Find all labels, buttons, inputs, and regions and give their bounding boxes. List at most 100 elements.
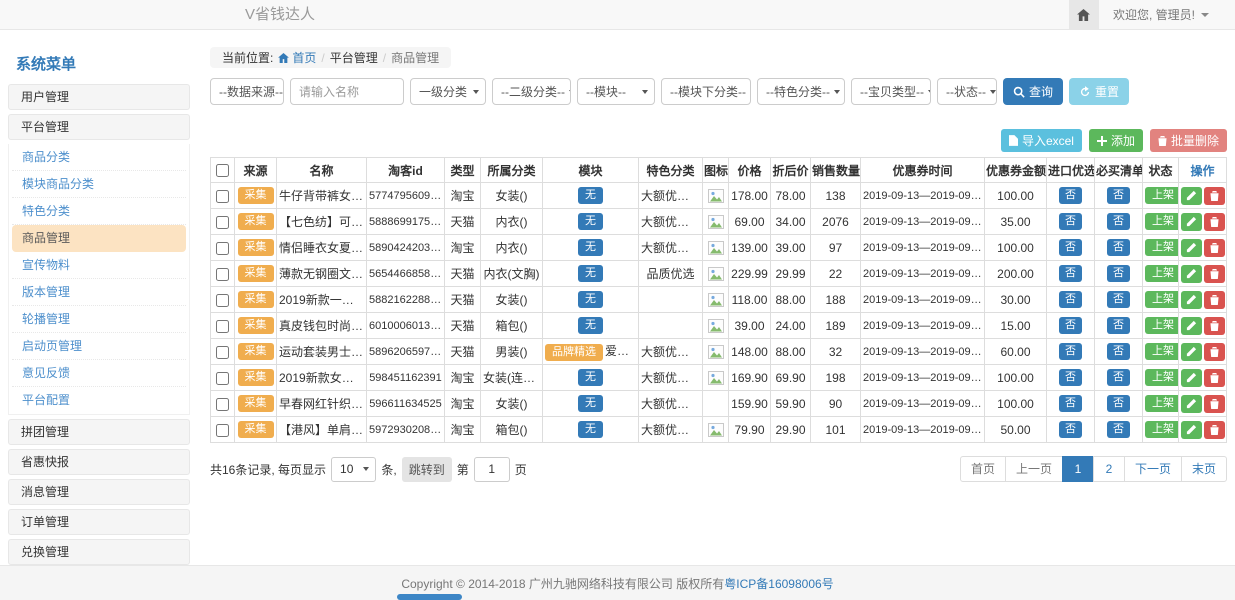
user-menu[interactable]: 欢迎您, 管理员! [1099,0,1235,29]
status-button[interactable]: 上架 [1145,369,1179,386]
sidebar-group[interactable]: 兑换管理 [8,539,190,565]
import-select-toggle[interactable]: 否 [1059,317,1082,334]
add-button[interactable]: 添加 [1089,129,1143,152]
status-button[interactable]: 上架 [1145,187,1179,204]
import-select-toggle[interactable]: 否 [1059,343,1082,360]
reset-button[interactable]: 重置 [1069,78,1129,105]
import-select-toggle[interactable]: 否 [1059,187,1082,204]
sidebar-subitem[interactable]: 启动页管理 [12,333,186,360]
status-button[interactable]: 上架 [1145,395,1179,412]
import-select-toggle[interactable]: 否 [1059,291,1082,308]
edit-button[interactable] [1181,239,1202,257]
pager-button[interactable]: 末页 [1181,456,1227,482]
row-checkbox[interactable] [216,190,229,203]
must-buy-toggle[interactable]: 否 [1107,343,1130,360]
status-button[interactable]: 上架 [1145,265,1179,282]
must-buy-toggle[interactable]: 否 [1107,317,1130,334]
row-checkbox[interactable] [216,242,229,255]
must-buy-toggle[interactable]: 否 [1107,291,1130,308]
breadcrumb-home-link[interactable]: 首页 [278,49,316,66]
delete-button[interactable] [1204,187,1225,205]
status-button[interactable]: 上架 [1145,317,1179,334]
sidebar-subitem[interactable]: 商品分类 [12,144,186,171]
edit-button[interactable] [1181,291,1202,309]
must-buy-toggle[interactable]: 否 [1107,395,1130,412]
sidebar-group[interactable]: 订单管理 [8,509,190,535]
delete-button[interactable] [1204,213,1225,231]
import-select-toggle[interactable]: 否 [1059,395,1082,412]
status-button[interactable]: 上架 [1145,213,1179,230]
sidebar-subitem[interactable]: 商品管理 [12,225,186,252]
edit-button[interactable] [1181,213,1202,231]
delete-button[interactable] [1204,343,1225,361]
edit-button[interactable] [1181,343,1202,361]
filter-select[interactable]: --二级分类-- [492,78,571,105]
status-button[interactable]: 上架 [1145,421,1179,438]
delete-button[interactable] [1204,239,1225,257]
edit-button[interactable] [1181,369,1202,387]
sidebar-group-users[interactable]: 用户管理 [8,84,190,110]
must-buy-toggle[interactable]: 否 [1107,213,1130,230]
must-buy-toggle[interactable]: 否 [1107,187,1130,204]
row-checkbox[interactable] [216,320,229,333]
import-select-toggle[interactable]: 否 [1059,369,1082,386]
filter-select[interactable]: --模块-- [577,78,655,105]
row-checkbox[interactable] [216,372,229,385]
home-button[interactable] [1069,0,1099,29]
pager-button[interactable]: 上一页 [1005,456,1063,482]
filter-select[interactable]: --模块下分类-- [661,78,751,105]
pager-button[interactable]: 1 [1062,456,1094,482]
must-buy-toggle[interactable]: 否 [1107,421,1130,438]
row-checkbox[interactable] [216,294,229,307]
must-buy-toggle[interactable]: 否 [1107,239,1130,256]
edit-button[interactable] [1181,187,1202,205]
jump-button[interactable]: 跳转到 [402,457,452,482]
sidebar-group[interactable]: 拼团管理 [8,419,190,445]
sidebar-subitem[interactable]: 意见反馈 [12,360,186,387]
pager-button[interactable]: 下一页 [1124,456,1182,482]
edit-button[interactable] [1181,421,1202,439]
import-select-toggle[interactable]: 否 [1059,265,1082,282]
sidebar-subitem[interactable]: 模块商品分类 [12,171,186,198]
name-search-input[interactable] [290,78,404,105]
delete-button[interactable] [1204,265,1225,283]
row-checkbox[interactable] [216,216,229,229]
horizontal-scrollbar-thumb[interactable] [397,594,462,600]
filter-select[interactable]: --数据来源-- [210,78,284,105]
import-select-toggle[interactable]: 否 [1059,421,1082,438]
delete-button[interactable] [1204,421,1225,439]
select-all-checkbox[interactable] [216,164,229,177]
delete-button[interactable] [1204,369,1225,387]
row-checkbox[interactable] [216,346,229,359]
delete-button[interactable] [1204,395,1225,413]
import-select-toggle[interactable]: 否 [1059,239,1082,256]
delete-button[interactable] [1204,291,1225,309]
pager-button[interactable]: 2 [1093,456,1125,482]
sidebar-subitem[interactable]: 特色分类 [12,198,186,225]
import-excel-button[interactable]: 导入excel [1001,129,1082,152]
sidebar-subitem[interactable]: 平台配置 [12,387,186,414]
row-checkbox[interactable] [216,398,229,411]
status-button[interactable]: 上架 [1145,343,1179,360]
icp-link[interactable]: 粤ICP备16098006号 [724,575,833,592]
status-button[interactable]: 上架 [1145,291,1179,308]
sidebar-group-platform[interactable]: 平台管理 [8,114,190,140]
pager-button[interactable]: 首页 [960,456,1006,482]
filter-select[interactable]: 一级分类 [410,78,486,105]
filter-select[interactable]: --特色分类-- [757,78,845,105]
page-size-select[interactable]: 10 [331,457,376,482]
filter-select[interactable]: --宝贝类型-- [851,78,931,105]
edit-button[interactable] [1181,395,1202,413]
batch-delete-button[interactable]: 批量删除 [1150,129,1227,152]
must-buy-toggle[interactable]: 否 [1107,369,1130,386]
row-checkbox[interactable] [216,424,229,437]
row-checkbox[interactable] [216,268,229,281]
edit-button[interactable] [1181,265,1202,283]
sidebar-subitem[interactable]: 宣传物料 [12,252,186,279]
search-button[interactable]: 查询 [1003,78,1063,105]
sidebar-subitem[interactable]: 轮播管理 [12,306,186,333]
delete-button[interactable] [1204,317,1225,335]
status-button[interactable]: 上架 [1145,239,1179,256]
filter-select[interactable]: --状态-- [937,78,997,105]
sidebar-group[interactable]: 消息管理 [8,479,190,505]
